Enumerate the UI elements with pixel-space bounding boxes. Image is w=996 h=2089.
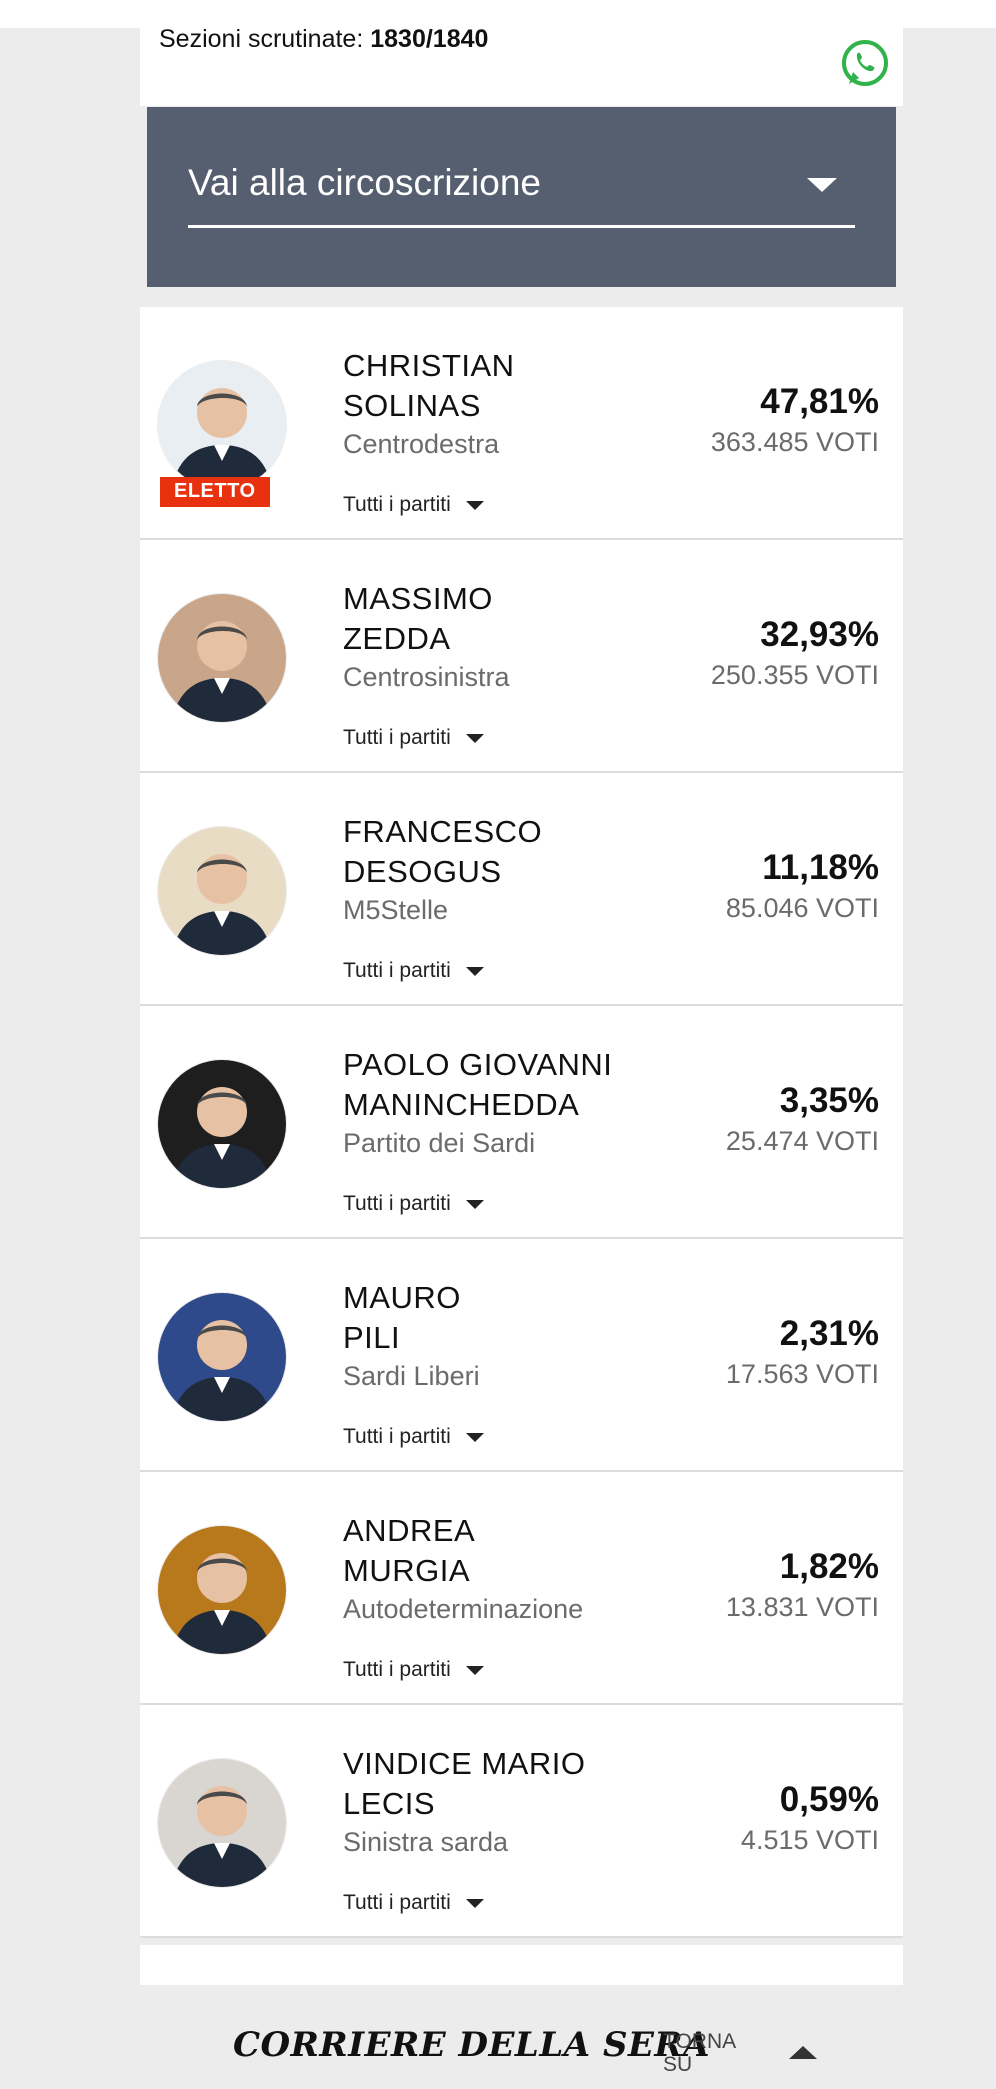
- candidate-name: MAURO PILI: [343, 1278, 461, 1358]
- vote-count: 25.474 VOTI: [725, 1126, 879, 1156]
- candidate-avatar: [158, 361, 286, 489]
- all-parties-toggle[interactable]: Tutti i partiti: [343, 959, 484, 983]
- candidate-name: PAOLO GIOVANNI MANINCHEDDA: [343, 1045, 612, 1125]
- vote-count: 4.515 VOTI: [740, 1825, 879, 1855]
- circoscrizione-dropdown[interactable]: Vai alla circoscrizione: [147, 107, 896, 287]
- candidate-name: FRANCESCO DESOGUS: [343, 812, 542, 892]
- candidate-avatar: [158, 827, 286, 955]
- toggle-label: Tutti i partiti: [343, 726, 451, 749]
- candidate-card: ANDREA MURGIA Autodeterminazione Tutti i…: [140, 1472, 903, 1705]
- vote-percentage: 3,35%: [779, 1081, 879, 1120]
- whatsapp-icon[interactable]: [839, 38, 891, 90]
- candidate-name: ANDREA MURGIA: [343, 1511, 475, 1591]
- candidate-card: FRANCESCO DESOGUS M5Stelle Tutti i parti…: [140, 773, 903, 1006]
- dropdown-underline: [188, 225, 855, 228]
- toggle-label: Tutti i partiti: [343, 1425, 451, 1448]
- toggle-label: Tutti i partiti: [343, 1192, 451, 1215]
- candidate-last-name: MANINCHEDDA: [343, 1087, 580, 1122]
- vote-percentage: 2,31%: [779, 1314, 879, 1353]
- toggle-label: Tutti i partiti: [343, 1658, 451, 1681]
- caret-down-icon: [465, 1898, 484, 1908]
- sections-counted: Sezioni scrutinate: 1830/1840: [159, 25, 488, 54]
- vote-count: 363.485 VOTI: [710, 427, 879, 457]
- corriere-logo[interactable]: CORRIERE DELLA SERA: [233, 2025, 710, 2065]
- candidate-card: ELETTO CHRISTIAN SOLINAS Centrodestra Tu…: [140, 307, 903, 540]
- caret-down-icon: [465, 500, 484, 510]
- vote-percentage: 11,18%: [762, 848, 879, 887]
- candidate-coalition: Autodeterminazione: [343, 1594, 584, 1624]
- candidate-first-name: FRANCESCO: [343, 814, 543, 849]
- vote-count: 13.831 VOTI: [725, 1592, 879, 1622]
- vote-percentage: 47,81%: [760, 382, 879, 421]
- candidate-coalition: Sardi Liberi: [343, 1361, 480, 1391]
- candidate-last-name: LECIS: [343, 1786, 436, 1821]
- candidate-avatar: [158, 1759, 286, 1887]
- candidate-card: VINDICE MARIO LECIS Sinistra sarda Tutti…: [140, 1705, 903, 1938]
- top-strip: [0, 0, 996, 28]
- candidate-avatar: [158, 1526, 286, 1654]
- vote-count: 85.046 VOTI: [725, 893, 879, 923]
- vote-percentage: 32,93%: [760, 615, 879, 654]
- list-end-card: [140, 1945, 903, 1985]
- candidate-last-name: DESOGUS: [343, 854, 502, 889]
- elected-badge: ELETTO: [160, 477, 270, 507]
- caret-down-icon: [465, 1665, 484, 1675]
- candidate-first-name: PAOLO GIOVANNI: [343, 1047, 613, 1082]
- candidate-first-name: ANDREA: [343, 1513, 476, 1548]
- all-parties-toggle[interactable]: Tutti i partiti: [343, 1192, 484, 1216]
- all-parties-toggle[interactable]: Tutti i partiti: [343, 493, 484, 517]
- sections-value: 1830/1840: [370, 25, 489, 53]
- all-parties-toggle[interactable]: Tutti i partiti: [343, 1658, 484, 1682]
- footer: CORRIERE DELLA SERA TORNA SU: [0, 2010, 996, 2089]
- caret-up-icon[interactable]: [789, 2046, 817, 2059]
- caret-down-icon: [465, 1199, 484, 1209]
- caret-down-icon: [465, 1432, 484, 1442]
- candidate-name: VINDICE MARIO LECIS: [343, 1744, 585, 1824]
- candidate-last-name: SOLINAS: [343, 388, 481, 423]
- candidate-card: MASSIMO ZEDDA Centrosinistra Tutti i par…: [140, 540, 903, 773]
- candidate-avatar: [158, 1060, 286, 1188]
- candidate-coalition: Sinistra sarda: [343, 1827, 509, 1857]
- candidate-coalition: M5Stelle: [343, 895, 449, 925]
- vote-percentage: 1,82%: [779, 1547, 879, 1586]
- toggle-label: Tutti i partiti: [343, 959, 451, 982]
- back-to-top-link[interactable]: TORNA SU: [663, 2030, 743, 2076]
- all-parties-toggle[interactable]: Tutti i partiti: [343, 1425, 484, 1449]
- toggle-label: Tutti i partiti: [343, 1891, 451, 1914]
- candidate-card: MAURO PILI Sardi Liberi Tutti i partiti …: [140, 1239, 903, 1472]
- caret-down-icon: [465, 733, 484, 743]
- caret-down-icon: [807, 178, 837, 192]
- candidate-last-name: ZEDDA: [343, 621, 451, 656]
- candidate-name: CHRISTIAN SOLINAS: [343, 346, 515, 426]
- candidate-first-name: MASSIMO: [343, 581, 493, 616]
- dropdown-label: Vai alla circoscrizione: [188, 162, 541, 203]
- candidate-first-name: CHRISTIAN: [343, 348, 515, 383]
- all-parties-toggle[interactable]: Tutti i partiti: [343, 726, 484, 750]
- candidate-coalition: Centrodestra: [343, 429, 500, 459]
- back-to-top-line2: SU: [663, 2053, 693, 2076]
- candidate-name: MASSIMO ZEDDA: [343, 579, 493, 659]
- vote-count: 17.563 VOTI: [725, 1359, 879, 1389]
- back-to-top-line1: TORNA: [663, 2030, 737, 2053]
- candidate-first-name: MAURO: [343, 1280, 461, 1315]
- results-header: Sezioni scrutinate: 1830/1840: [140, 25, 903, 106]
- caret-down-icon: [465, 966, 484, 976]
- candidate-avatar: [158, 594, 286, 722]
- vote-count: 250.355 VOTI: [710, 660, 879, 690]
- sections-label: Sezioni scrutinate:: [159, 25, 364, 53]
- candidate-last-name: PILI: [343, 1320, 401, 1355]
- toggle-label: Tutti i partiti: [343, 493, 451, 516]
- vote-percentage: 0,59%: [779, 1780, 879, 1819]
- all-parties-toggle[interactable]: Tutti i partiti: [343, 1891, 484, 1915]
- candidate-first-name: VINDICE MARIO: [343, 1746, 586, 1781]
- candidate-card: PAOLO GIOVANNI MANINCHEDDA Partito dei S…: [140, 1006, 903, 1239]
- candidate-coalition: Centrosinistra: [343, 662, 510, 692]
- candidate-avatar: [158, 1293, 286, 1421]
- candidate-last-name: MURGIA: [343, 1553, 470, 1588]
- candidate-coalition: Partito dei Sardi: [343, 1128, 536, 1158]
- candidate-list: ELETTO CHRISTIAN SOLINAS Centrodestra Tu…: [140, 307, 903, 1938]
